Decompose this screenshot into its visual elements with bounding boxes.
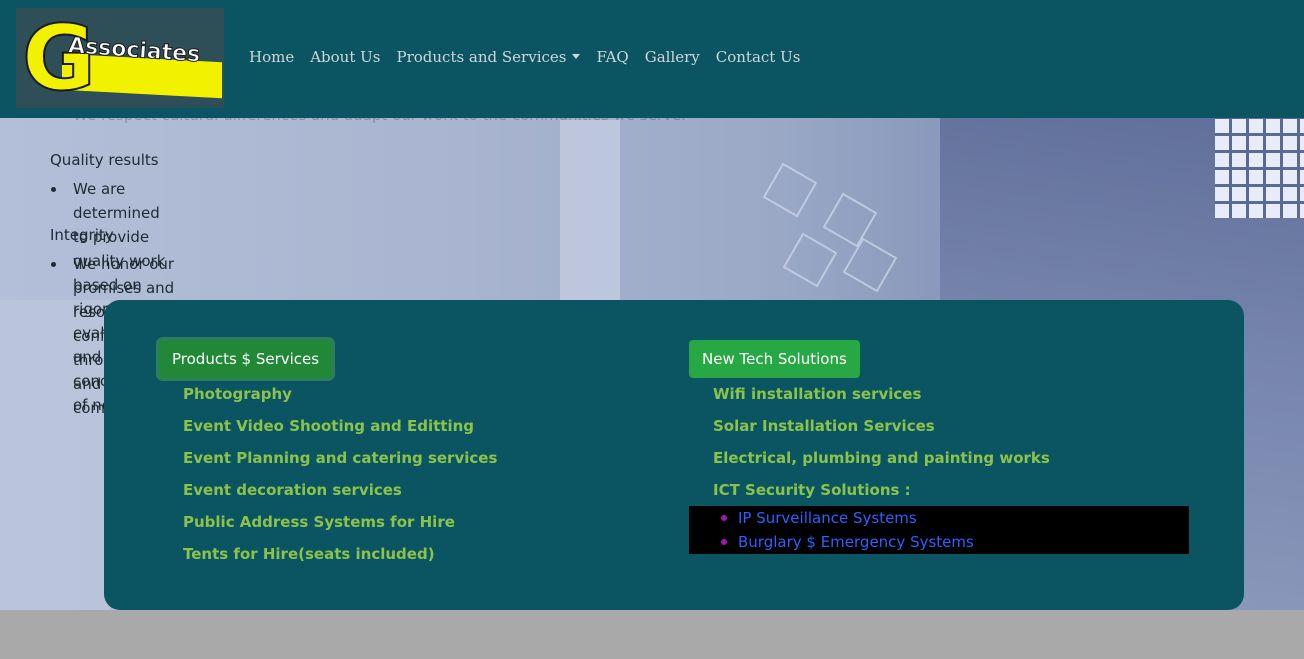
list-item[interactable]: Wifi installation services <box>713 378 1050 410</box>
list-item[interactable]: Electrical, plumbing and painting works <box>713 442 1050 474</box>
brand-logo[interactable]: G Associates <box>16 8 224 108</box>
tech-list: Wifi installation services Solar Install… <box>713 378 1050 506</box>
list-item[interactable]: Photography <box>183 378 497 410</box>
value-text: We are determined to provide quality wor… <box>50 177 175 414</box>
list-item[interactable]: ICT Security Solutions : <box>713 474 1050 506</box>
list-item[interactable]: Event Video Shooting and Editting <box>183 410 497 442</box>
nav-contact[interactable]: Contact Us <box>708 46 809 68</box>
background-hexagon <box>822 192 878 248</box>
products-services-button[interactable]: Products $ Services <box>159 340 333 378</box>
nav-gallery[interactable]: Gallery <box>637 46 708 68</box>
security-submenu: IP Surveillance Systems Burglary $ Emerg… <box>689 506 1189 554</box>
nav-products-dropdown[interactable]: Products and Services <box>388 46 588 68</box>
value-heading: Quality results <box>50 151 159 169</box>
nav-faq[interactable]: FAQ <box>588 46 636 68</box>
submenu-item[interactable]: Burglary $ Emergency Systems <box>689 530 1189 554</box>
nav-home[interactable]: Home <box>241 46 302 68</box>
main-nav: Home About Us Products and Services FAQ … <box>241 46 808 68</box>
background-shade <box>560 120 620 320</box>
list-item[interactable]: Solar Installation Services <box>713 410 1050 442</box>
list-item[interactable]: Event Planning and catering services <box>183 442 497 474</box>
navbar: G Associates Home About Us Products and … <box>0 0 1304 118</box>
list-item[interactable]: Event decoration services <box>183 474 497 506</box>
nav-products-label: Products and Services <box>396 48 567 66</box>
nav-about[interactable]: About Us <box>302 46 388 68</box>
products-list: Photography Event Video Shooting and Edi… <box>183 378 497 570</box>
submenu-item[interactable]: IP Surveillance Systems <box>689 506 1189 530</box>
caret-down-icon <box>572 54 581 59</box>
list-item[interactable]: Public Address Systems for Hire <box>183 506 497 538</box>
background-hexagon <box>842 237 898 293</box>
value-text: We honor our promises and resolve confli… <box>50 252 189 417</box>
list-item[interactable]: Tents for Hire(seats included) <box>183 538 497 570</box>
value-heading: Integrity <box>50 226 114 244</box>
background-hexagon <box>762 162 818 218</box>
services-card: Products $ Services Photography Event Vi… <box>104 300 1244 610</box>
new-tech-solutions-button[interactable]: New Tech Solutions <box>689 340 860 378</box>
background-hexagon <box>782 232 838 288</box>
background-window-grid <box>1215 118 1304 218</box>
